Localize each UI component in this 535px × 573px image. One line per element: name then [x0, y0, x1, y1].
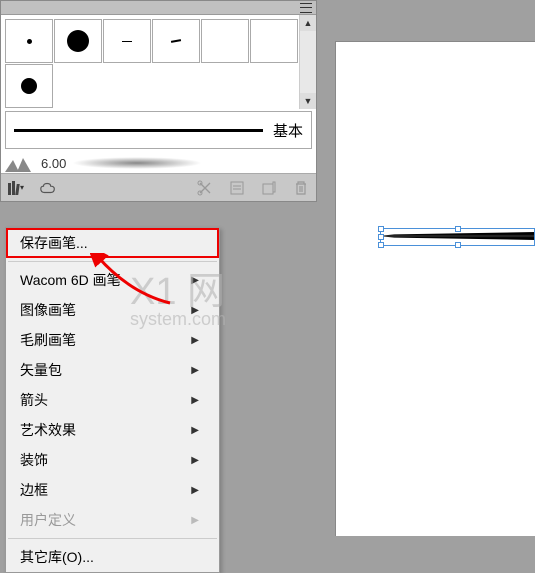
menu-label: 箭头	[20, 390, 48, 410]
swatches-grid	[1, 15, 299, 109]
selection-handle[interactable]	[378, 242, 384, 248]
stroke-line	[14, 129, 263, 132]
brush-swatch[interactable]	[201, 19, 249, 63]
library-icon[interactable]: ▾	[7, 179, 25, 197]
selection-handle[interactable]	[378, 226, 384, 232]
menu-label: 矢量包	[20, 360, 62, 380]
brush-stroke-preview	[72, 157, 202, 169]
menu-label: 装饰	[20, 450, 48, 470]
submenu-arrow-icon: ▶	[191, 395, 199, 406]
menu-borders[interactable]: 边框 ▶	[6, 475, 219, 505]
brush-swatch[interactable]	[5, 19, 53, 63]
selected-stroke-object[interactable]	[380, 228, 535, 246]
menu-label: 图像画笔	[20, 300, 76, 320]
submenu-arrow-icon: ▶	[191, 485, 199, 496]
menu-user-defined: 用户定义 ▶	[6, 505, 219, 535]
brush-swatch[interactable]	[250, 19, 298, 63]
new-item-icon[interactable]	[260, 179, 278, 197]
brush-size-value: 6.00	[41, 156, 66, 171]
panel-header	[1, 1, 316, 15]
selection-bounds	[380, 228, 535, 246]
selection-handle[interactable]	[378, 234, 384, 240]
library-context-menu: 保存画笔... Wacom 6D 画笔 ▶ 图像画笔 ▶ 毛刷画笔 ▶ 矢量包 …	[5, 227, 220, 573]
panel-toolbar: ▾	[1, 173, 316, 201]
panel-menu-icon[interactable]	[300, 3, 312, 13]
menu-art-effects[interactable]: 艺术效果 ▶	[6, 415, 219, 445]
submenu-arrow-icon: ▶	[191, 455, 199, 466]
submenu-arrow-icon: ▶	[191, 425, 199, 436]
scroll-down-icon[interactable]: ▼	[300, 93, 316, 109]
menu-other-libs[interactable]: 其它库(O)...	[6, 542, 219, 572]
brush-swatch[interactable]	[103, 19, 151, 63]
submenu-arrow-icon: ▶	[191, 305, 199, 316]
brush-swatch[interactable]	[5, 64, 53, 108]
submenu-arrow-icon: ▶	[191, 335, 199, 346]
scroll-up-icon[interactable]: ▲	[300, 15, 316, 31]
menu-save-brush[interactable]: 保存画笔...	[6, 228, 219, 258]
canvas-area[interactable]	[335, 41, 535, 536]
menu-label: 边框	[20, 480, 48, 500]
menu-label: 保存画笔...	[20, 233, 88, 253]
cloud-library-icon[interactable]	[39, 179, 57, 197]
trash-icon[interactable]	[292, 179, 310, 197]
stroke-label: 基本	[273, 120, 303, 141]
menu-label: 艺术效果	[20, 420, 76, 440]
menu-label: 毛刷画笔	[20, 330, 76, 350]
submenu-arrow-icon: ▶	[191, 275, 199, 286]
scissors-icon[interactable]	[196, 179, 214, 197]
menu-label: Wacom 6D 画笔	[20, 270, 121, 290]
menu-separator	[8, 261, 217, 262]
brush-tip-icon	[5, 154, 35, 172]
selection-handle[interactable]	[455, 242, 461, 248]
menu-label: 其它库(O)...	[20, 547, 94, 567]
submenu-arrow-icon: ▶	[191, 515, 199, 526]
brush-preview: 6.00	[1, 149, 316, 173]
menu-bristle-brush[interactable]: 毛刷画笔 ▶	[6, 325, 219, 355]
brush-swatch[interactable]	[54, 19, 102, 63]
menu-image-brush[interactable]: 图像画笔 ▶	[6, 295, 219, 325]
submenu-arrow-icon: ▶	[191, 365, 199, 376]
brush-swatch[interactable]	[152, 19, 200, 63]
brushes-panel: ▲ ▼ 基本 6.00 ▾	[0, 0, 317, 202]
stroke-box[interactable]: 基本	[5, 111, 312, 149]
menu-vector-pack[interactable]: 矢量包 ▶	[6, 355, 219, 385]
menu-arrows[interactable]: 箭头 ▶	[6, 385, 219, 415]
menu-separator	[8, 538, 217, 539]
swatches-area: ▲ ▼	[1, 15, 316, 109]
stroke-preview: 基本	[1, 109, 316, 149]
menu-label: 用户定义	[20, 510, 76, 530]
menu-decoration[interactable]: 装饰 ▶	[6, 445, 219, 475]
swatch-scrollbar[interactable]: ▲ ▼	[299, 15, 316, 109]
menu-wacom[interactable]: Wacom 6D 画笔 ▶	[6, 265, 219, 295]
selection-handle[interactable]	[455, 226, 461, 232]
options-icon[interactable]	[228, 179, 246, 197]
